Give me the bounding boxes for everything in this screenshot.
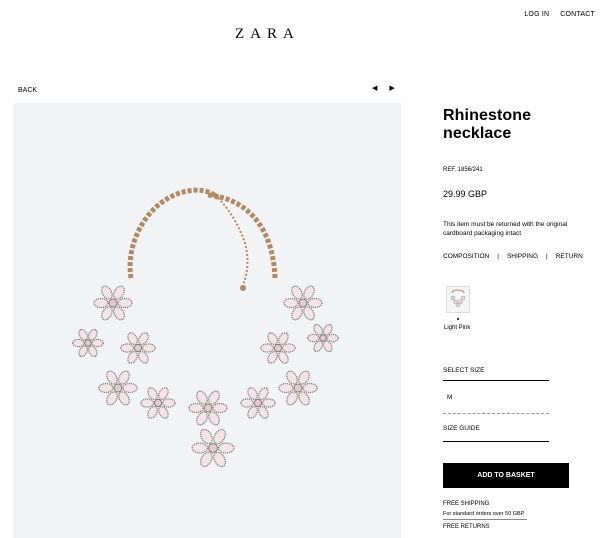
- divider: [443, 413, 549, 414]
- top-links: LOG IN CONTACT: [524, 11, 595, 18]
- shipping-note: For standard orders over 50 GBP: [443, 511, 525, 517]
- necklace-center-stone: [133, 343, 143, 353]
- necklace-stone: [247, 405, 258, 419]
- prev-arrow-icon[interactable]: ◀: [372, 84, 377, 92]
- necklace-stone: [240, 398, 255, 408]
- necklace-stone: [323, 340, 333, 353]
- necklace-stone: [147, 405, 158, 419]
- necklace-stone: [98, 382, 114, 394]
- necklace-stone: [158, 387, 169, 401]
- product-ref: REF. 1856/241: [443, 167, 483, 173]
- necklace-stone: [302, 382, 318, 394]
- size-option[interactable]: M: [447, 394, 452, 401]
- brand-logo[interactable]: ZARA: [235, 26, 300, 43]
- return-link[interactable]: RETURN: [556, 253, 583, 260]
- necklace-center-stone: [113, 383, 123, 393]
- necklace-stone: [188, 402, 204, 414]
- composition-link[interactable]: COMPOSITION: [443, 253, 489, 260]
- necklace-stone: [78, 328, 88, 341]
- necklace-stone: [278, 332, 289, 346]
- product-image[interactable]: [13, 103, 401, 538]
- return-note: This item must be returned with the orig…: [443, 221, 568, 237]
- necklace-stone: [283, 297, 299, 309]
- necklace-stone: [196, 390, 208, 405]
- link-separator: |: [546, 253, 548, 260]
- shipping-link[interactable]: SHIPPING: [507, 253, 538, 260]
- image-nav: ◀ ▶: [372, 84, 395, 92]
- divider: [443, 441, 549, 442]
- necklace-stone: [313, 323, 323, 336]
- divider: [443, 380, 549, 381]
- necklace-stone: [93, 297, 109, 309]
- select-size-label: SELECT SIZE: [443, 367, 485, 374]
- free-returns-label: FREE RETURNS: [443, 524, 490, 530]
- next-arrow-icon[interactable]: ▶: [389, 84, 394, 92]
- necklace-stone: [326, 333, 339, 343]
- necklace-stone: [161, 398, 176, 408]
- necklace-stone: [261, 398, 276, 408]
- product-details: Rhinestone necklace REF. 1856/241 29.99 …: [443, 107, 593, 260]
- necklace-stone: [113, 306, 125, 321]
- add-to-basket-button[interactable]: ADD TO BASKET: [443, 463, 569, 488]
- necklace-thumbnail-icon: [450, 289, 466, 308]
- necklace-stone: [258, 387, 269, 401]
- necklace-center-stone: [298, 298, 308, 308]
- size-guide-link[interactable]: SIZE GUIDE: [443, 425, 480, 432]
- necklace-center-stone: [153, 398, 163, 408]
- necklace-center-stone: [84, 339, 92, 347]
- necklace-stone: [217, 442, 235, 454]
- necklace-stone: [101, 285, 113, 300]
- necklace-center-stone: [108, 298, 118, 308]
- necklace-stone: [260, 343, 275, 353]
- necklace-center-stone: [319, 334, 327, 342]
- necklace-stone: [141, 343, 156, 353]
- info-links: COMPOSITION | SHIPPING | RETURN: [443, 253, 593, 260]
- free-shipping-label: FREE SHIPPING: [443, 501, 490, 507]
- necklace-stone: [191, 442, 209, 454]
- necklace-center-stone: [253, 398, 263, 408]
- necklace-stone: [127, 350, 138, 364]
- product-title: Rhinestone necklace: [443, 107, 532, 142]
- necklace-center-stone: [293, 383, 303, 393]
- necklace-stone: [106, 370, 118, 385]
- necklace-center-stone: [208, 443, 218, 453]
- necklace-stone: [286, 370, 298, 385]
- necklace-stone: [72, 338, 85, 348]
- necklace-stone: [208, 411, 220, 426]
- product-price: 29.99 GBP: [443, 189, 488, 199]
- necklace-stone: [122, 382, 138, 394]
- necklace-stone: [117, 297, 133, 309]
- necklace-stone: [118, 391, 130, 406]
- necklace-stone: [267, 350, 278, 364]
- back-link[interactable]: BACK: [18, 87, 37, 94]
- necklace-stone: [120, 343, 135, 353]
- necklace-stone: [281, 343, 296, 353]
- necklace-center-stone: [273, 343, 283, 353]
- color-swatch[interactable]: [446, 286, 470, 313]
- necklace-stone: [138, 332, 149, 346]
- necklace-stone: [291, 285, 303, 300]
- necklace-stone: [298, 391, 310, 406]
- link-separator: |: [497, 253, 499, 260]
- login-link[interactable]: LOG IN: [524, 11, 549, 18]
- color-name: Light Pink: [444, 325, 471, 331]
- necklace-center-stone: [203, 403, 213, 413]
- necklace-illustration: [72, 187, 339, 468]
- divider: [443, 519, 527, 520]
- necklace-stone: [303, 306, 315, 321]
- contact-link[interactable]: CONTACT: [560, 11, 595, 18]
- necklace-stone: [88, 345, 98, 358]
- necklace-stone: [212, 402, 228, 414]
- necklace-stone: [140, 398, 155, 408]
- necklace-stone: [307, 333, 320, 343]
- selected-indicator: [457, 318, 459, 320]
- necklace-stone: [278, 382, 294, 394]
- necklace-stone: [307, 297, 323, 309]
- necklace-stone: [91, 338, 104, 348]
